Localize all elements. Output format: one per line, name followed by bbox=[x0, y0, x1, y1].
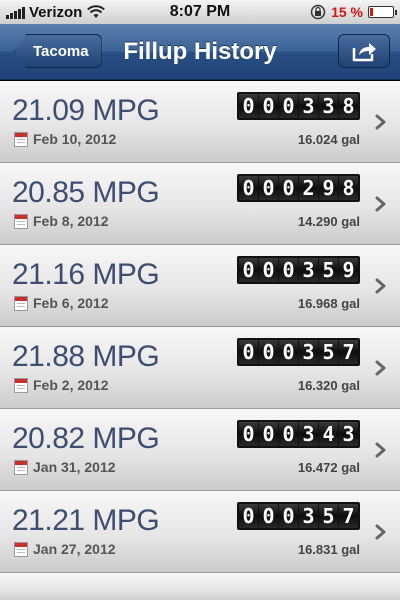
odometer-digit: 0 bbox=[259, 94, 278, 118]
odometer-digit: 3 bbox=[339, 422, 358, 446]
odometer-digit: 8 bbox=[339, 176, 358, 200]
calendar-icon bbox=[14, 541, 28, 557]
battery-level bbox=[370, 8, 373, 16]
share-button[interactable] bbox=[338, 34, 390, 68]
odometer-digit: 0 bbox=[279, 504, 298, 528]
wifi-icon bbox=[87, 5, 106, 18]
date-line: Feb 2, 2012 bbox=[14, 377, 109, 393]
odometer-digit: 0 bbox=[259, 176, 278, 200]
odometer-digit: 0 bbox=[239, 258, 258, 282]
navigation-bar: Fillup History Tacoma bbox=[0, 24, 400, 80]
fillup-row[interactable]: 20.82 MPG Jan 31, 2012 000343 16.472 gal bbox=[0, 409, 400, 491]
odometer-digit: 4 bbox=[319, 422, 338, 446]
fillup-date: Jan 27, 2012 bbox=[33, 541, 116, 557]
gallons-value: 16.024 gal bbox=[297, 132, 360, 147]
odometer-digit: 0 bbox=[259, 422, 278, 446]
share-icon bbox=[352, 43, 376, 62]
odometer-digit: 3 bbox=[299, 94, 318, 118]
chevron-right-icon bbox=[375, 360, 386, 376]
odometer-digit: 5 bbox=[319, 504, 338, 528]
date-line: Jan 27, 2012 bbox=[14, 541, 116, 557]
odometer: 000343 bbox=[237, 420, 360, 448]
date-line: Feb 10, 2012 bbox=[14, 131, 116, 147]
fillup-date: Feb 8, 2012 bbox=[33, 213, 109, 229]
odometer-digit: 0 bbox=[279, 422, 298, 446]
odometer-digit: 3 bbox=[299, 340, 318, 364]
chevron-right-icon bbox=[375, 196, 386, 212]
odometer: 000359 bbox=[237, 256, 360, 284]
odometer-digit: 8 bbox=[339, 94, 358, 118]
odometer-digit: 0 bbox=[279, 340, 298, 364]
gallons-value: 16.472 gal bbox=[297, 460, 360, 475]
odometer-digit: 0 bbox=[239, 504, 258, 528]
fillup-row[interactable]: 21.09 MPG Feb 10, 2012 000338 16.024 gal bbox=[0, 81, 400, 163]
odometer-digit: 0 bbox=[239, 422, 258, 446]
date-line: Feb 6, 2012 bbox=[14, 295, 109, 311]
fillup-row[interactable]: 21.88 MPG Feb 2, 2012 000357 16.320 gal bbox=[0, 327, 400, 409]
back-button[interactable]: Tacoma bbox=[14, 34, 102, 68]
fillup-date: Feb 2, 2012 bbox=[33, 377, 109, 393]
odometer-digit: 0 bbox=[279, 176, 298, 200]
fillup-row[interactable]: 21.16 MPG Feb 6, 2012 000359 16.968 gal bbox=[0, 245, 400, 327]
odometer-digit: 9 bbox=[319, 176, 338, 200]
odometer-digit: 3 bbox=[299, 258, 318, 282]
gallons-value: 16.831 gal bbox=[297, 542, 360, 557]
odometer-digit: 0 bbox=[239, 340, 258, 364]
fillup-row-partial[interactable] bbox=[0, 573, 400, 600]
odometer: 000357 bbox=[237, 338, 360, 366]
odometer-digit: 5 bbox=[319, 258, 338, 282]
odometer-digit: 9 bbox=[339, 258, 358, 282]
chevron-right-icon bbox=[375, 278, 386, 294]
chevron-right-icon bbox=[375, 114, 386, 130]
odometer-digit: 3 bbox=[319, 94, 338, 118]
odometer-digit: 7 bbox=[339, 504, 358, 528]
calendar-icon bbox=[14, 131, 28, 147]
odometer-digit: 3 bbox=[299, 504, 318, 528]
signal-strength-icon bbox=[6, 5, 25, 19]
odometer: 000357 bbox=[237, 502, 360, 530]
mpg-value: 21.16 MPG bbox=[12, 258, 160, 291]
gallons-value: 16.320 gal bbox=[297, 378, 360, 393]
fillup-date: Feb 10, 2012 bbox=[33, 131, 117, 147]
odometer-digit: 0 bbox=[239, 176, 258, 200]
gallons-value: 16.968 gal bbox=[297, 296, 360, 311]
chevron-right-icon bbox=[375, 524, 386, 540]
mpg-value: 20.82 MPG bbox=[12, 422, 160, 455]
odometer-digit: 0 bbox=[259, 504, 278, 528]
battery-icon bbox=[368, 6, 397, 18]
battery-percent: 15 % bbox=[331, 4, 363, 20]
odometer-digit: 0 bbox=[279, 258, 298, 282]
odometer: 000298 bbox=[237, 174, 360, 202]
carrier-name: Verizon bbox=[29, 3, 83, 21]
fillup-date: Feb 6, 2012 bbox=[33, 295, 109, 311]
calendar-icon bbox=[14, 213, 28, 229]
calendar-icon bbox=[14, 377, 28, 393]
odometer-digit: 0 bbox=[259, 340, 278, 364]
odometer-digit: 0 bbox=[239, 94, 258, 118]
date-line: Jan 31, 2012 bbox=[14, 459, 116, 475]
odometer-digit: 3 bbox=[299, 422, 318, 446]
fillup-list: 21.09 MPG Feb 10, 2012 000338 16.024 gal… bbox=[0, 81, 400, 600]
odometer: 000338 bbox=[237, 92, 360, 120]
mpg-value: 21.21 MPG bbox=[12, 504, 160, 537]
chevron-right-icon bbox=[375, 442, 386, 458]
mpg-value: 20.85 MPG bbox=[12, 176, 160, 209]
calendar-icon bbox=[14, 295, 28, 311]
odometer-digit: 0 bbox=[279, 94, 298, 118]
odometer-digit: 7 bbox=[339, 340, 358, 364]
fillup-row[interactable]: 20.85 MPG Feb 8, 2012 000298 14.290 gal bbox=[0, 163, 400, 245]
mpg-value: 21.09 MPG bbox=[12, 94, 160, 127]
odometer-digit: 5 bbox=[319, 340, 338, 364]
date-line: Feb 8, 2012 bbox=[14, 213, 109, 229]
mpg-value: 21.88 MPG bbox=[12, 340, 160, 373]
calendar-icon bbox=[14, 459, 28, 475]
fillup-date: Jan 31, 2012 bbox=[33, 459, 116, 475]
rotation-lock-icon bbox=[310, 4, 326, 20]
fillup-row[interactable]: 21.21 MPG Jan 27, 2012 000357 16.831 gal bbox=[0, 491, 400, 573]
status-bar: Verizon 8:07 PM 15 % bbox=[0, 0, 400, 24]
gallons-value: 14.290 gal bbox=[297, 214, 360, 229]
odometer-digit: 0 bbox=[259, 258, 278, 282]
odometer-digit: 2 bbox=[299, 176, 318, 200]
